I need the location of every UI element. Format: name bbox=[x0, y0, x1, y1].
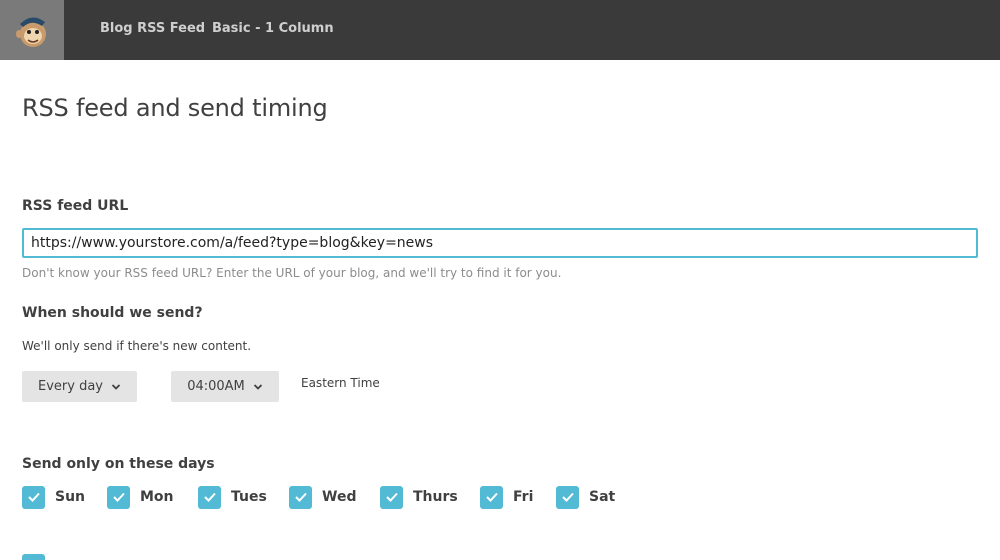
day-checkbox-tues[interactable]: Tues bbox=[198, 485, 267, 509]
check-icon bbox=[385, 492, 398, 502]
check-icon bbox=[112, 492, 125, 502]
time-select-value: 04:00AM bbox=[187, 379, 245, 394]
day-checkbox-mon[interactable]: Mon bbox=[107, 485, 174, 509]
breadcrumb-campaign[interactable]: Blog RSS Feed bbox=[100, 21, 205, 36]
check-icon bbox=[561, 492, 574, 502]
partial-checkbox[interactable] bbox=[22, 554, 45, 560]
day-checkbox-sun[interactable]: Sun bbox=[22, 485, 85, 509]
page-title: RSS feed and send timing bbox=[22, 94, 328, 122]
rss-url-label: RSS feed URL bbox=[22, 198, 129, 214]
checkbox-checked[interactable] bbox=[107, 485, 130, 509]
chevron-down-icon bbox=[111, 383, 121, 390]
breadcrumb-template[interactable]: Basic - 1 Column bbox=[212, 21, 334, 36]
checkbox-checked[interactable] bbox=[480, 485, 503, 509]
check-icon bbox=[485, 492, 498, 502]
days-label: Send only on these days bbox=[22, 456, 215, 472]
day-label: Sat bbox=[589, 489, 616, 505]
checkbox-checked[interactable] bbox=[380, 485, 403, 509]
send-timing-label: When should we send? bbox=[22, 305, 203, 321]
logo-button[interactable] bbox=[0, 0, 64, 60]
day-label: Tues bbox=[231, 489, 267, 505]
send-timing-note: We'll only send if there's new content. bbox=[22, 339, 252, 353]
day-label: Sun bbox=[55, 489, 86, 505]
checkbox-checked[interactable] bbox=[22, 485, 45, 509]
time-select[interactable]: 04:00AM bbox=[171, 371, 279, 402]
checkbox-checked[interactable] bbox=[556, 485, 579, 509]
check-icon bbox=[294, 492, 307, 502]
day-checkbox-fri[interactable]: Fri bbox=[480, 485, 533, 509]
check-icon bbox=[203, 492, 216, 502]
day-label: Wed bbox=[322, 489, 357, 505]
checkbox-checked[interactable] bbox=[289, 485, 312, 509]
top-bar: Blog RSS Feed Basic - 1 Column bbox=[0, 0, 1000, 60]
day-checkbox-sat[interactable]: Sat bbox=[556, 485, 615, 509]
frequency-select[interactable]: Every day bbox=[22, 371, 137, 402]
chimp-logo-icon bbox=[16, 17, 46, 47]
checkbox-checked[interactable] bbox=[198, 485, 221, 509]
check-icon bbox=[27, 492, 40, 502]
frequency-select-value: Every day bbox=[38, 379, 103, 394]
rss-url-help-text: Don't know your RSS feed URL? Enter the … bbox=[22, 266, 562, 280]
rss-url-input[interactable] bbox=[22, 228, 978, 258]
chevron-down-icon bbox=[253, 383, 262, 390]
day-label: Mon bbox=[140, 489, 174, 505]
day-label: Thurs bbox=[413, 489, 458, 505]
day-checkbox-thurs[interactable]: Thurs bbox=[380, 485, 458, 509]
day-checkbox-wed[interactable]: Wed bbox=[289, 485, 356, 509]
day-label: Fri bbox=[513, 489, 534, 505]
timezone-text: Eastern Time bbox=[301, 376, 380, 390]
